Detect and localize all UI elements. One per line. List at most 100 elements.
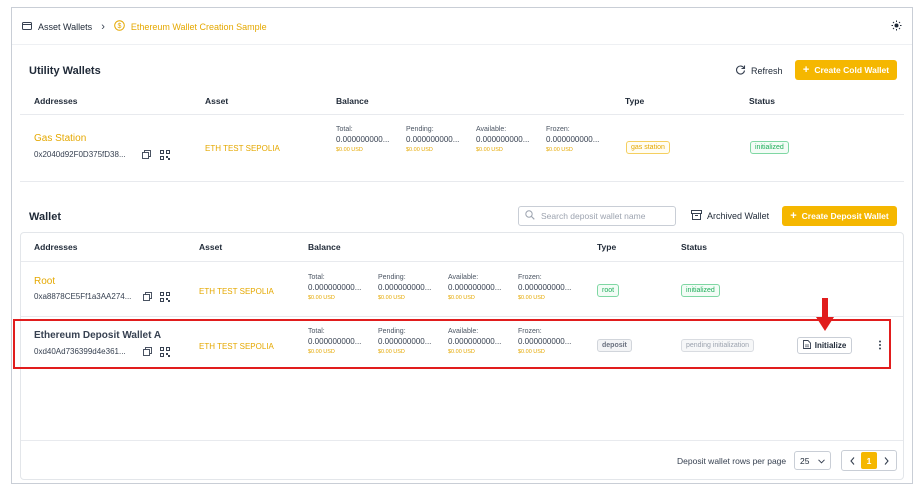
prev-page-button[interactable]: [845, 453, 859, 468]
balance-usd: $0.00 USD: [378, 295, 405, 301]
balance-label: Total:: [336, 126, 353, 133]
type-badge: root: [597, 284, 620, 297]
balance-label: Frozen:: [518, 274, 542, 281]
balance-available: Available: 0.000000000... $0.00 USD: [476, 126, 544, 153]
balance-value: 0.000000000...: [476, 135, 530, 144]
search-input[interactable]: [541, 211, 671, 221]
status-badge: pending initialization: [681, 339, 755, 352]
wallet-name-link[interactable]: Root: [34, 276, 55, 287]
svg-text:$: $: [117, 23, 121, 30]
qr-code-icon[interactable]: [160, 150, 170, 160]
balance-usd: $0.00 USD: [378, 349, 405, 355]
balance-label: Available:: [476, 126, 507, 133]
balance-value: 0.000000000...: [308, 283, 362, 292]
status-badge: initialized: [681, 284, 720, 297]
create-cold-wallet-label: Create Cold Wallet: [814, 65, 890, 75]
balance-pending: Pending: 0.000000000... $0.00 USD: [378, 328, 446, 355]
wallet-section-title: Wallet: [29, 211, 61, 223]
utility-col-status: Status: [749, 96, 775, 106]
utility-col-type: Type: [625, 96, 645, 106]
wallet-col-type: Type: [597, 242, 617, 252]
top-bar: Asset Wallets › $ Ethereum Wallet Creati…: [12, 8, 912, 45]
divider: [21, 316, 903, 317]
archived-wallet-button[interactable]: Archived Wallet: [691, 210, 769, 222]
copy-icon[interactable]: [143, 292, 152, 301]
wallet-name-link[interactable]: Ethereum Deposit Wallet A: [34, 330, 161, 341]
balance-usd: $0.00 USD: [546, 147, 573, 153]
create-deposit-wallet-button[interactable]: + Create Deposit Wallet: [782, 206, 897, 226]
status-badge: initialized: [750, 141, 789, 154]
balance-usd: $0.00 USD: [518, 295, 545, 301]
balance-value: 0.000000000...: [308, 337, 362, 346]
asset-name: ETH TEST SEPOLIA: [205, 144, 280, 153]
breadcrumb: Asset Wallets › $ Ethereum Wallet Creati…: [22, 20, 267, 33]
document-icon: [802, 340, 811, 351]
create-deposit-wallet-label: Create Deposit Wallet: [801, 211, 889, 221]
qr-code-icon[interactable]: [160, 347, 170, 357]
pagination: 1: [841, 450, 897, 471]
balance-usd: $0.00 USD: [518, 349, 545, 355]
current-page[interactable]: 1: [861, 452, 877, 469]
qr-code-icon[interactable]: [160, 292, 170, 302]
wallet-address: 0xa8878CE5Ff1a3AA274...: [34, 292, 132, 301]
balance-usd: $0.00 USD: [406, 147, 433, 153]
balance-usd: $0.00 USD: [336, 147, 363, 153]
wallet-icon: [22, 21, 32, 33]
archived-wallet-label: Archived Wallet: [707, 211, 770, 221]
copy-icon[interactable]: [143, 347, 152, 356]
balance-total: Total: 0.000000000... $0.00 USD: [308, 274, 376, 301]
balance-usd: $0.00 USD: [308, 295, 335, 301]
balance-frozen: Frozen: 0.000000000... $0.00 USD: [518, 274, 586, 301]
create-cold-wallet-button[interactable]: + Create Cold Wallet: [795, 60, 897, 80]
balance-usd: $0.00 USD: [448, 295, 475, 301]
balance-usd: $0.00 USD: [476, 147, 503, 153]
divider: [20, 181, 904, 182]
balance-usd: $0.00 USD: [308, 349, 335, 355]
next-page-button[interactable]: [879, 453, 893, 468]
utility-wallets-title: Utility Wallets: [29, 65, 101, 77]
balance-value: 0.000000000...: [518, 337, 572, 346]
balance-label: Pending:: [378, 328, 406, 335]
divider: [21, 440, 903, 441]
more-options-icon[interactable]: [878, 340, 882, 352]
wallet-address: 0xd40Ad736399d4e361...: [34, 347, 126, 356]
utility-col-balance: Balance: [336, 96, 369, 106]
asset-name: ETH TEST SEPOLIA: [199, 342, 274, 351]
app-frame: Asset Wallets › $ Ethereum Wallet Creati…: [11, 7, 913, 484]
refresh-button[interactable]: Refresh: [735, 64, 783, 77]
balance-label: Available:: [448, 274, 479, 281]
balance-available: Available: 0.000000000... $0.00 USD: [448, 274, 516, 301]
wallet-name-link[interactable]: Gas Station: [34, 133, 86, 144]
balance-pending: Pending: 0.000000000... $0.00 USD: [378, 274, 446, 301]
breadcrumb-root[interactable]: Asset Wallets: [38, 22, 92, 32]
wallet-address: 0x2040d92F0D375fD38...: [34, 150, 126, 159]
plus-icon: +: [790, 210, 797, 222]
balance-label: Available:: [448, 328, 479, 335]
balance-label: Pending:: [406, 126, 434, 133]
theme-toggle-icon[interactable]: [891, 20, 902, 33]
arrow-down-icon: [815, 298, 835, 336]
balance-label: Pending:: [378, 274, 406, 281]
balance-value: 0.000000000...: [378, 337, 432, 346]
balance-label: Total:: [308, 274, 325, 281]
breadcrumb-current: Ethereum Wallet Creation Sample: [130, 21, 267, 32]
balance-frozen: Frozen: 0.000000000... $0.00 USD: [518, 328, 586, 355]
divider: [21, 261, 903, 262]
rows-per-page-label: Deposit wallet rows per page: [677, 456, 787, 466]
search-box[interactable]: [518, 206, 676, 226]
balance-total: Total: 0.000000000... $0.00 USD: [308, 328, 376, 355]
balance-label: Frozen:: [518, 328, 542, 335]
copy-icon[interactable]: [142, 150, 151, 159]
initialize-button[interactable]: Initialize: [797, 337, 852, 354]
balance-value: 0.000000000...: [336, 135, 390, 144]
wallet-col-balance: Balance: [308, 242, 341, 252]
balance-value: 0.000000000...: [406, 135, 460, 144]
balance-frozen: Frozen: 0.000000000... $0.00 USD: [546, 126, 614, 153]
divider: [20, 114, 904, 115]
rows-per-page-select[interactable]: 25: [794, 451, 831, 470]
rows-per-page-value: 25: [800, 455, 810, 466]
breadcrumb-separator: ›: [101, 20, 105, 33]
balance-usd: $0.00 USD: [448, 349, 475, 355]
archive-icon: [691, 210, 702, 222]
wallet-col-asset: Asset: [199, 242, 223, 252]
